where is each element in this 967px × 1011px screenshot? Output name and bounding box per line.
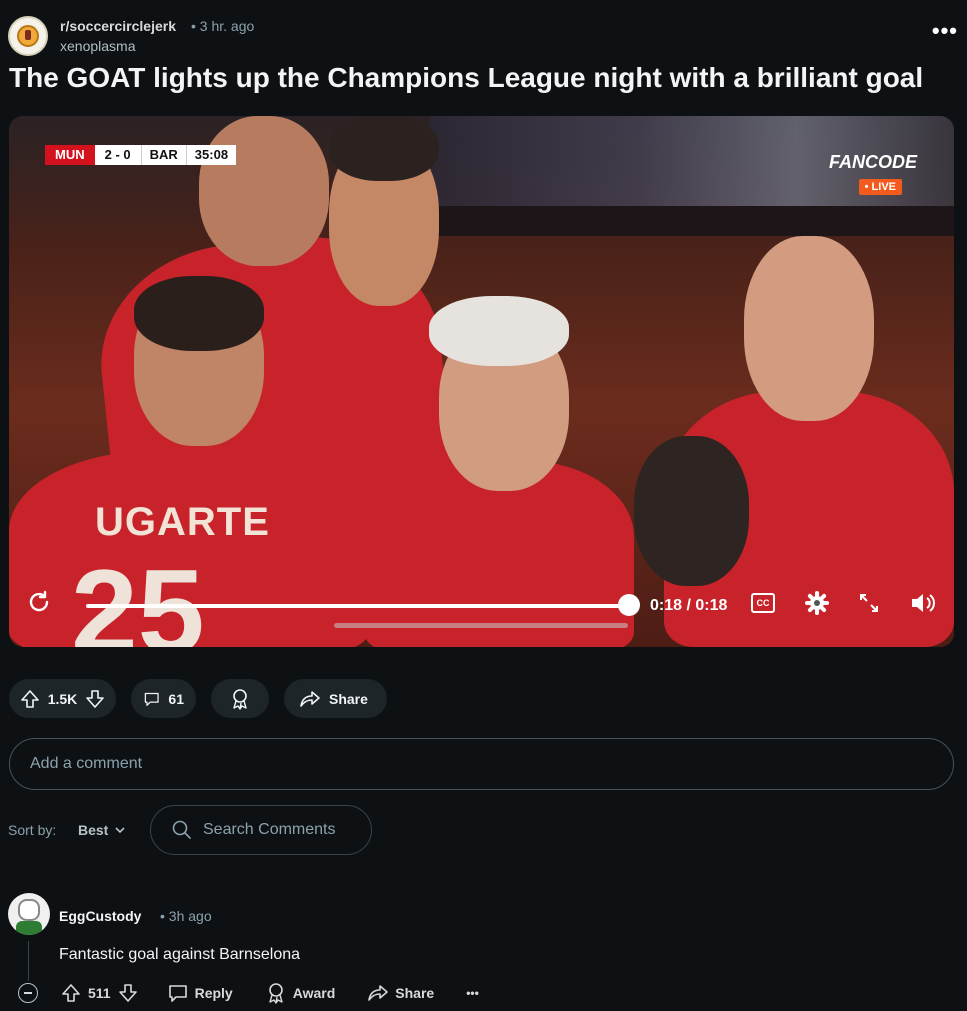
scoreboard: MUN 2 - 0 BAR 35:08: [45, 145, 237, 165]
award-icon: [268, 983, 283, 1004]
share-button[interactable]: Share: [284, 679, 387, 718]
share-icon: [300, 690, 320, 707]
upvote-icon[interactable]: [60, 982, 82, 1004]
progress-bar[interactable]: [86, 604, 630, 608]
share-icon: [368, 985, 389, 1001]
match-clock: 35:08: [185, 145, 237, 165]
comment-more-button[interactable]: •••: [466, 986, 479, 1000]
upvote-icon[interactable]: [19, 688, 41, 710]
post-title: The GOAT lights up the Champions League …: [9, 62, 924, 93]
captions-button[interactable]: CC: [751, 593, 775, 613]
video-time: 0:18 / 0:18: [650, 597, 728, 614]
comment-action-bar: 511 Reply Award Share •••: [18, 981, 479, 1005]
comments-button[interactable]: 61: [131, 679, 196, 718]
more-options-button[interactable]: •••: [932, 20, 958, 42]
sort-label: Sort by:: [8, 822, 57, 838]
away-team: BAR: [140, 145, 186, 165]
comment-count: 61: [168, 690, 184, 707]
comment-author[interactable]: EggCustody: [59, 908, 141, 924]
shirt-name: UGARTE: [95, 500, 270, 544]
post-header: r/soccercirclejerk • 3 hr. ago xenoplasm…: [8, 14, 958, 58]
comment-time: • 3h ago: [160, 908, 212, 924]
comment-body: Fantastic goal against Barnselona: [59, 946, 301, 963]
live-badge: • LIVE: [858, 179, 902, 195]
comment: EggCustody • 3h ago Fantastic goal again…: [8, 893, 958, 1011]
post-author[interactable]: xenoplasma: [60, 38, 136, 54]
award-icon: [233, 688, 247, 710]
sort-value: Best: [78, 822, 109, 838]
commenter-avatar[interactable]: [8, 893, 50, 935]
replay-icon[interactable]: [27, 590, 51, 614]
post-action-bar: 1.5K 61 Share: [9, 679, 387, 718]
search-icon: [172, 820, 191, 839]
video-player[interactable]: MUN 2 - 0 BAR 35:08 FANCODE • LIVE UGART…: [9, 116, 954, 647]
comment-icon: [168, 985, 187, 1002]
subreddit-link[interactable]: r/soccercirclejerk: [60, 18, 176, 34]
comment-icon: [144, 692, 159, 706]
comment-vote-control: 511: [60, 982, 139, 1004]
comment-share-button[interactable]: Share: [367, 982, 434, 1004]
downvote-icon[interactable]: [84, 688, 106, 710]
gear-icon[interactable]: [805, 591, 829, 615]
search-comments-field[interactable]: Search Comments: [150, 805, 372, 855]
broadcaster-logo: FANCODE: [828, 152, 917, 172]
fullscreen-icon[interactable]: [859, 593, 879, 613]
scrub-indicator: [334, 623, 628, 628]
award-label: Award: [292, 985, 336, 1001]
add-comment-input[interactable]: [9, 738, 954, 790]
comment-vote-count: 511: [88, 985, 111, 1001]
post-time: • 3 hr. ago: [191, 18, 255, 34]
comment-award-button[interactable]: Award: [265, 982, 336, 1004]
chevron-down-icon: [115, 827, 125, 834]
comment-share-label: Share: [395, 985, 435, 1001]
sort-dropdown[interactable]: Best: [78, 822, 126, 838]
vote-control: 1.5K: [9, 679, 116, 718]
reply-button[interactable]: Reply: [167, 982, 233, 1004]
search-placeholder: Search Comments: [203, 821, 336, 838]
match-score: 2 - 0: [94, 145, 141, 165]
collapse-thread-button[interactable]: [18, 983, 38, 1003]
progress-handle[interactable]: [618, 594, 640, 616]
vote-count: 1.5K: [47, 690, 78, 707]
share-label: Share: [329, 690, 368, 707]
reply-label: Reply: [194, 985, 233, 1001]
video-controls: 0:18 / 0:18 CC: [9, 577, 954, 647]
downvote-icon[interactable]: [117, 982, 139, 1004]
volume-icon[interactable]: [910, 591, 936, 615]
subreddit-avatar[interactable]: [8, 16, 48, 56]
thread-line[interactable]: [28, 941, 29, 981]
home-team: MUN: [45, 145, 95, 165]
award-button[interactable]: [211, 679, 269, 718]
